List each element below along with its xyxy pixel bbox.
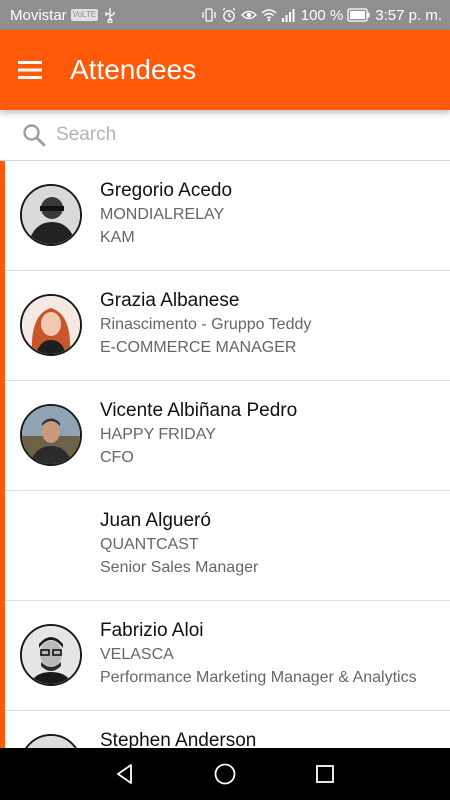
system-nav-bar: [0, 748, 450, 800]
row-accent-bar: [0, 271, 5, 381]
page-title: Attendees: [70, 54, 197, 85]
attendee-row[interactable]: Grazia Albanese Rinascimento - Gruppo Te…: [0, 271, 450, 381]
search-icon: [23, 124, 46, 147]
avatar: [20, 734, 82, 748]
attendee-row[interactable]: Vicente Albiñana Pedro HAPPY FRIDAY CFO: [0, 381, 450, 491]
app-bar: Attendees: [0, 30, 450, 110]
search-bar: [0, 110, 450, 161]
attendee-row[interactable]: Stephen Anderson: [0, 711, 450, 748]
attendee-list[interactable]: Gregorio Acedo MONDIALRELAY KAM Grazia A…: [0, 161, 450, 748]
hamburger-menu-icon: [18, 61, 42, 79]
row-accent-bar: [0, 601, 5, 711]
eye-icon: [240, 10, 257, 20]
battery-icon: [347, 8, 370, 22]
attendee-info: Vicente Albiñana Pedro HAPPY FRIDAY CFO: [100, 399, 450, 469]
signal-icon: [281, 9, 295, 22]
attendee-info: Juan Algueró QUANTCAST Senior Sales Mana…: [100, 509, 450, 579]
attendee-company: Rinascimento - Gruppo Teddy: [100, 316, 312, 333]
carrier-name: Movistar: [10, 6, 67, 24]
attendee-name: Stephen Anderson: [100, 730, 257, 748]
attendee-row[interactable]: Gregorio Acedo MONDIALRELAY KAM: [0, 161, 450, 271]
recents-button[interactable]: [305, 754, 345, 794]
attendee-info: Stephen Anderson: [100, 729, 450, 748]
back-triangle-icon: [117, 764, 132, 784]
attendee-info: Fabrizio Aloi VELASCA Performance Market…: [100, 619, 450, 689]
row-accent-bar: [0, 491, 5, 601]
vibrate-icon: [202, 8, 216, 22]
back-button[interactable]: [105, 754, 145, 794]
attendee-role: E-COMMERCE MANAGER: [100, 339, 297, 356]
attendee-row[interactable]: Juan Algueró QUANTCAST Senior Sales Mana…: [0, 491, 450, 601]
home-circle-icon: [214, 763, 236, 785]
avatar: [20, 404, 82, 466]
attendee-name: Fabrizio Aloi: [100, 620, 204, 641]
attendee-role: KAM: [100, 229, 135, 246]
attendee-name: Gregorio Acedo: [100, 180, 233, 201]
menu-button[interactable]: [0, 30, 60, 110]
avatar: [20, 624, 82, 686]
home-button[interactable]: [205, 754, 245, 794]
usb-icon: [105, 8, 115, 23]
attendee-company: VELASCA: [100, 646, 174, 663]
wifi-icon: [261, 9, 277, 22]
row-accent-bar: [0, 381, 5, 491]
alarm-icon: [222, 7, 236, 22]
status-right: 100 % 3:57 p. m.: [201, 7, 442, 24]
volte-badge: VoLTE: [70, 9, 99, 21]
battery-level: 100 %: [300, 6, 344, 24]
status-left: Movistar VoLTE: [10, 7, 118, 24]
attendee-role: Senior Sales Manager: [100, 559, 259, 576]
row-accent-bar: [0, 161, 5, 271]
avatar: [20, 184, 82, 246]
attendee-name: Grazia Albanese: [100, 290, 240, 311]
attendee-info: Gregorio Acedo MONDIALRELAY KAM: [100, 179, 450, 249]
attendee-company: HAPPY FRIDAY: [100, 426, 216, 443]
attendee-info: Grazia Albanese Rinascimento - Gruppo Te…: [100, 289, 450, 359]
recents-square-icon: [316, 765, 334, 783]
search-input[interactable]: [56, 124, 416, 146]
clock: 3:57 p. m.: [375, 6, 442, 24]
attendee-company: QUANTCAST: [100, 536, 199, 553]
row-accent-bar: [0, 711, 5, 748]
attendee-row[interactable]: Fabrizio Aloi VELASCA Performance Market…: [0, 601, 450, 711]
attendee-name: Juan Algueró: [100, 510, 211, 531]
attendee-role: CFO: [100, 449, 134, 466]
avatar: [20, 294, 82, 356]
attendee-name: Vicente Albiñana Pedro: [100, 400, 298, 421]
status-bar: Movistar VoLTE 100 % 3:57 p. m.: [0, 0, 450, 30]
attendee-role: Performance Marketing Manager & Analytic…: [100, 669, 417, 686]
attendee-company: MONDIALRELAY: [100, 206, 225, 223]
